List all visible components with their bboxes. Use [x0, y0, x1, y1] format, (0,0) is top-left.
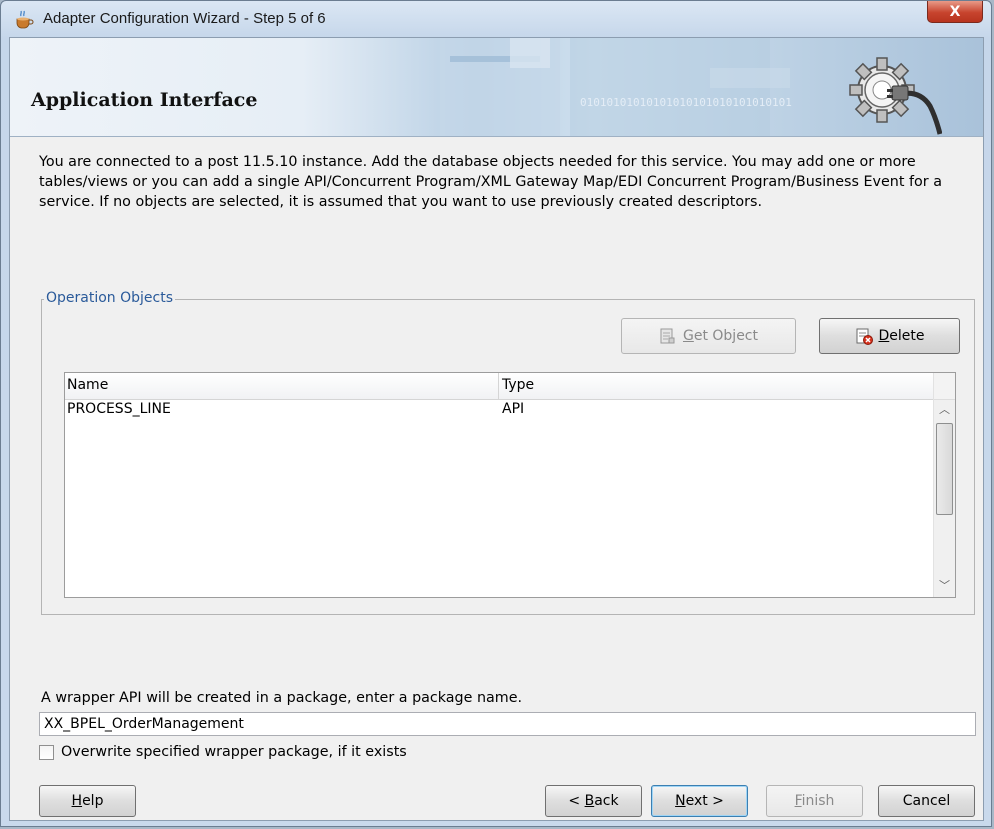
- window-title: Adapter Configuration Wizard - Step 5 of…: [43, 10, 326, 27]
- operation-objects-group: Operation Objects Get Object Delete Name…: [41, 290, 975, 615]
- overwrite-checkbox-row[interactable]: Overwrite specified wrapper package, if …: [39, 744, 407, 760]
- back-button[interactable]: < Back: [545, 785, 642, 817]
- banner-binary-text: 01010101010101010101010101010101: [580, 96, 792, 109]
- package-name-input[interactable]: [39, 712, 976, 736]
- get-object-button[interactable]: Get Object: [621, 318, 796, 354]
- cell-name: PROCESS_LINE: [67, 401, 171, 417]
- close-icon: X: [949, 3, 961, 20]
- vertical-scrollbar[interactable]: ︿ ﹀: [933, 373, 955, 597]
- operation-objects-table[interactable]: Name Type PROCESS_LINE API ︿ ﹀: [64, 372, 956, 598]
- group-legend: Operation Objects: [44, 290, 176, 306]
- gear-plug-icon: [849, 57, 942, 135]
- column-header-name[interactable]: Name: [67, 377, 108, 393]
- header-banner: Application Interface 010101010101010101…: [10, 38, 983, 137]
- delete-label: Delete: [878, 328, 925, 344]
- scroll-down-arrow-icon[interactable]: ﹀: [938, 579, 951, 592]
- help-label: Help: [71, 793, 104, 809]
- table-header: Name Type: [65, 373, 935, 400]
- banner-graphic: [440, 38, 790, 136]
- delete-icon: [856, 328, 873, 345]
- cancel-label: Cancel: [902, 793, 951, 809]
- back-label: < Back: [568, 793, 619, 809]
- next-button[interactable]: Next >: [651, 785, 748, 817]
- help-button[interactable]: Help: [39, 785, 136, 817]
- wizard-body: Application Interface 010101010101010101…: [9, 37, 984, 821]
- java-cup-icon: [16, 10, 34, 29]
- delete-button[interactable]: Delete: [819, 318, 960, 354]
- title-bar[interactable]: Adapter Configuration Wizard - Step 5 of…: [1, 1, 991, 37]
- cell-type: API: [502, 401, 525, 417]
- next-label: Next >: [675, 793, 724, 809]
- overwrite-checkbox-label: Overwrite specified wrapper package, if …: [61, 744, 407, 760]
- column-divider[interactable]: [498, 373, 499, 399]
- scroll-up-arrow-icon[interactable]: ︿: [938, 403, 951, 416]
- finish-button[interactable]: Finish: [766, 785, 863, 817]
- close-button[interactable]: X: [927, 1, 983, 23]
- page-title: Application Interface: [31, 89, 258, 111]
- table-row[interactable]: PROCESS_LINE API: [65, 399, 935, 421]
- cancel-button[interactable]: Cancel: [878, 785, 975, 817]
- wizard-window: Adapter Configuration Wizard - Step 5 of…: [0, 0, 992, 827]
- scrollbar-thumb[interactable]: [936, 423, 953, 515]
- finish-label: Finish: [794, 793, 835, 809]
- scrollbar-corner: [934, 373, 955, 400]
- overwrite-checkbox[interactable]: [39, 744, 54, 760]
- get-object-icon: [660, 328, 675, 344]
- get-object-label: Get Object: [682, 328, 758, 344]
- column-header-type[interactable]: Type: [502, 377, 534, 393]
- package-name-label: A wrapper API will be created in a packa…: [41, 690, 523, 706]
- instructions-text: You are connected to a post 11.5.10 inst…: [39, 154, 942, 210]
